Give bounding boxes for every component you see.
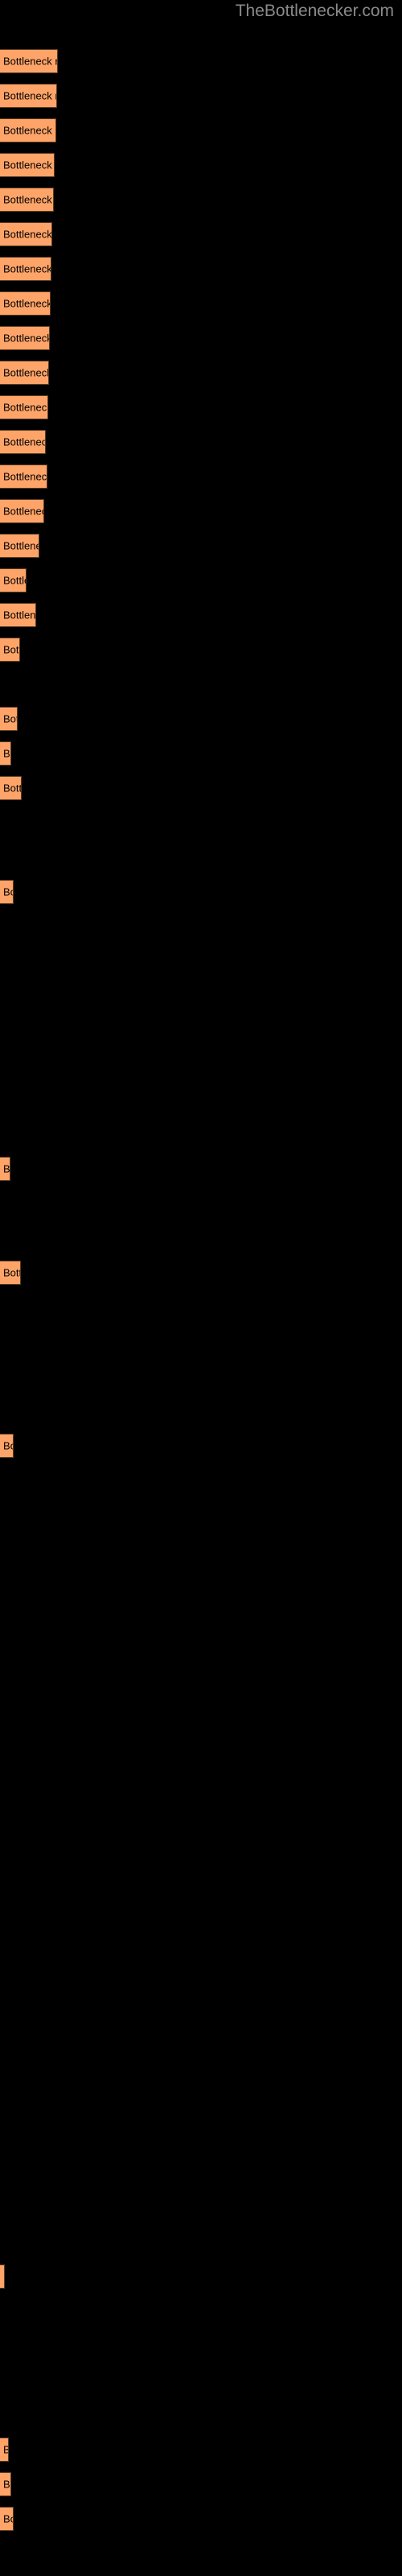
bar-label: Bottleneck result (3, 332, 50, 345)
bar-label: Bottleneck result (3, 55, 57, 68)
bar-row: Bottleneck result (0, 2507, 14, 2531)
bar-row: Bottleneck result (0, 430, 46, 454)
bar-row: Bottleneck result (0, 49, 58, 73)
chart-bar: Bottleneck result (0, 568, 27, 592)
bar-row: Bottleneck result (0, 568, 27, 592)
chart-bar: Bottleneck result (0, 2472, 11, 2496)
bar-row: Bottleneck result (0, 638, 20, 662)
bar-label: Bottleneck result (3, 505, 43, 518)
bar-row: Bottleneck result (0, 741, 11, 766)
chart-bar: Bottleneck result (0, 2264, 5, 2289)
chart-bar: Bottleneck result (0, 118, 56, 142)
bar-row: Bottleneck result (0, 118, 56, 142)
bar-label: Bottleneck result (3, 2271, 4, 2283)
bar-row: Bottleneck result (0, 464, 47, 489)
bar-label: Bottleneck result (3, 1266, 20, 1279)
chart-bar: Bottleneck result (0, 153, 55, 177)
bar-label: Bottleneck result (3, 2478, 10, 2491)
bar-label: Bottleneck result (3, 886, 13, 898)
chart-bar: Bottleneck result (0, 741, 11, 766)
bar-label: Bottleneck result (3, 436, 45, 448)
bar-row: Bottleneck result (0, 1157, 10, 1181)
bar-row: Bottleneck result (0, 707, 18, 731)
bar-row: Bottleneck result (0, 188, 54, 212)
chart-bar: Bottleneck result (0, 430, 46, 454)
bar-row: Bottleneck result (0, 395, 48, 419)
bar-label: Bottleneck result (3, 470, 47, 483)
bar-label: Bottleneck result (3, 401, 48, 414)
bar-label: Bottleneck result (3, 89, 56, 102)
bar-row: Bottleneck result (0, 291, 51, 316)
chart-bar: Bottleneck result (0, 257, 51, 281)
bar-label: Bottleneck result (3, 2444, 8, 2456)
chart-bar: Bottleneck result (0, 1157, 10, 1181)
bar-label: Bottleneck result (3, 782, 22, 795)
chart-bar: Bottleneck result (0, 603, 36, 627)
chart-bar: Bottleneck result (0, 361, 49, 385)
bar-row: Bottleneck result (0, 1434, 14, 1458)
bar-label: Bottleneck result (3, 747, 10, 760)
bar-row: Bottleneck result (0, 534, 39, 558)
chart-bar: Bottleneck result (0, 499, 44, 523)
bar-row: Bottleneck result (0, 603, 36, 627)
chart-bar: Bottleneck result (0, 638, 20, 662)
bar-label: Bottleneck result (3, 297, 51, 310)
chart-bar: Bottleneck result (0, 464, 47, 489)
bar-label: Bottleneck result (3, 2512, 13, 2525)
bar-row: Bottleneck result (0, 361, 49, 385)
bar-label: Bottleneck result (3, 1439, 13, 1452)
bar-label: Bottleneck result (3, 193, 53, 206)
bar-row: Bottleneck result (0, 326, 50, 350)
chart-bar: Bottleneck result (0, 222, 52, 246)
chart-bar: Bottleneck result (0, 2438, 9, 2462)
bar-row: Bottleneck result (0, 499, 44, 523)
bar-label: Bottleneck result (3, 539, 39, 552)
chart-bar: Bottleneck result (0, 188, 54, 212)
chart-bar: Bottleneck result (0, 291, 51, 316)
bar-row: Bottleneck result (0, 257, 51, 281)
chart-bar: Bottleneck result (0, 1434, 14, 1458)
bar-label: Bottleneck result (3, 124, 55, 137)
bar-row: Bottleneck result (0, 84, 57, 108)
bar-row: Bottleneck result (0, 776, 22, 800)
bar-label: Bottleneck result (3, 159, 54, 171)
bar-row: Bottleneck result (0, 153, 55, 177)
bar-label: Bottleneck result (3, 366, 49, 379)
chart-bar: Bottleneck result (0, 534, 39, 558)
bar-label: Bottleneck result (3, 262, 51, 275)
chart-bar: Bottleneck result (0, 49, 58, 73)
chart-bar: Bottleneck result (0, 84, 57, 108)
bar-label: Bottleneck result (3, 574, 26, 587)
bar-row: Bottleneck result (0, 2264, 5, 2289)
bar-row: Bottleneck result (0, 2472, 11, 2496)
bar-label: Bottleneck result (3, 643, 19, 656)
bar-label: Bottleneck result (3, 609, 36, 621)
chart-bar: Bottleneck result (0, 880, 14, 904)
bar-row: Bottleneck result (0, 880, 14, 904)
bar-label: Bottleneck result (3, 228, 52, 241)
bar-label: Bottleneck result (3, 712, 17, 725)
bottleneck-bar-chart: Bottleneck result Bottleneck result Bottle… (0, 0, 402, 2576)
chart-bar: Bottleneck result (0, 2507, 14, 2531)
chart-bar: Bottleneck result (0, 707, 18, 731)
chart-bar: Bottleneck result (0, 395, 48, 419)
bar-row: Bottleneck result (0, 222, 52, 246)
bar-label: Bottleneck result (3, 1162, 10, 1175)
chart-bar: Bottleneck result (0, 326, 50, 350)
chart-bar: Bottleneck result (0, 776, 22, 800)
chart-bar: Bottleneck result (0, 1261, 21, 1285)
bar-row: Bottleneck result (0, 2438, 9, 2462)
bar-row: Bottleneck result (0, 1261, 21, 1285)
